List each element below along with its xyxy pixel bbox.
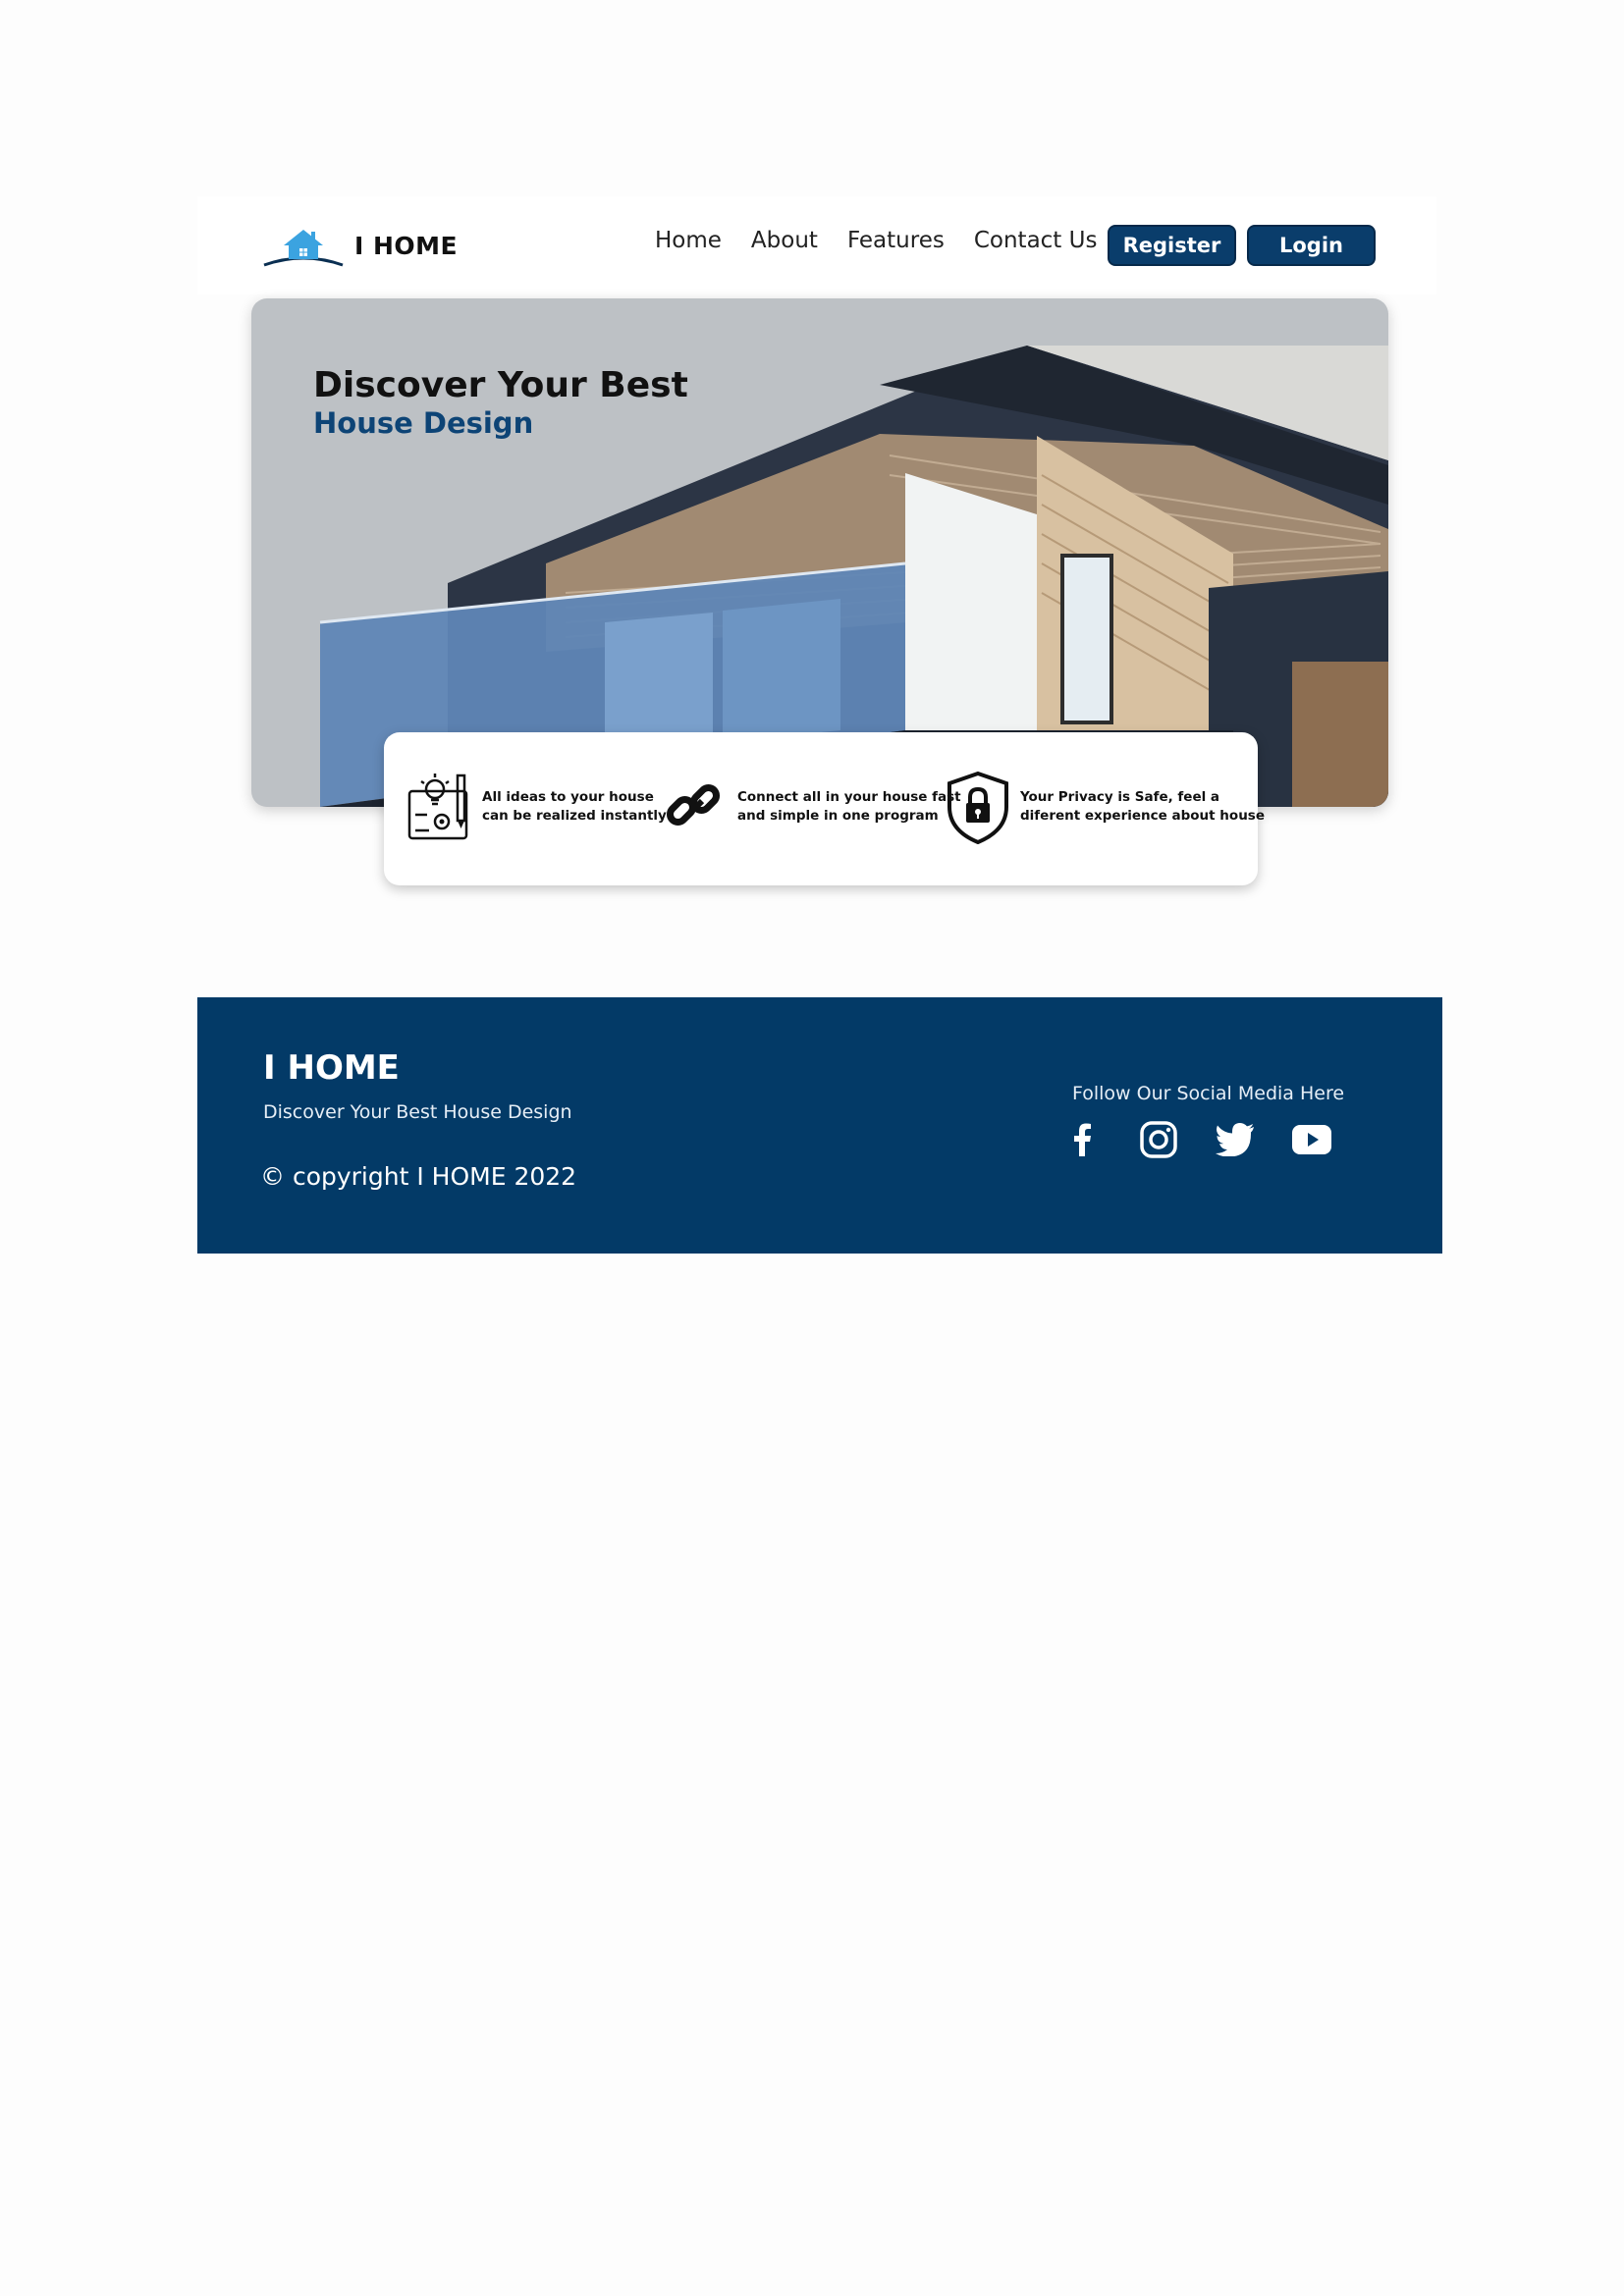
nav-contact-us[interactable]: Contact Us xyxy=(974,228,1098,253)
twitter-icon[interactable] xyxy=(1215,1119,1256,1160)
feature-line: diferent experience about house xyxy=(1020,808,1265,824)
footer: I HOME Discover Your Best House Design ©… xyxy=(197,997,1442,1254)
brand[interactable]: I HOME xyxy=(262,224,458,267)
register-button[interactable]: Register xyxy=(1108,225,1236,266)
feature-text: All ideas to your house can be realized … xyxy=(482,788,667,826)
feature-text: Connect all in your house fast and simpl… xyxy=(737,788,961,826)
brand-name: I HOME xyxy=(354,231,459,260)
feature-item: Connect all in your house fast and simpl… xyxy=(661,768,961,846)
nav-features[interactable]: Features xyxy=(847,228,945,253)
feature-line: All ideas to your house xyxy=(482,789,654,805)
shield-lock-icon xyxy=(947,771,1008,844)
feature-line: Your Privacy is Safe, feel a xyxy=(1020,789,1220,805)
features-card: All ideas to your house can be realized … xyxy=(384,732,1265,885)
hero-title: Discover Your Best xyxy=(313,365,688,405)
navbar: I HOME Home About Features Contact Us Re… xyxy=(197,196,1436,294)
footer-copyright: © copyright I HOME 2022 xyxy=(260,1162,577,1191)
feature-text: Your Privacy is Safe, feel a diferent ex… xyxy=(1020,788,1265,826)
feature-line: and simple in one program xyxy=(737,808,939,824)
link-icon xyxy=(666,783,721,827)
login-button[interactable]: Login xyxy=(1247,225,1376,266)
feature-line: can be realized instantly xyxy=(482,808,667,824)
hero-subtitle: House Design xyxy=(313,406,534,440)
footer-brand: I HOME xyxy=(263,1048,400,1088)
youtube-icon[interactable] xyxy=(1291,1119,1332,1160)
house-logo-icon xyxy=(262,224,345,267)
feature-item: Your Privacy is Safe, feel a diferent ex… xyxy=(944,768,1265,846)
nav-about[interactable]: About xyxy=(751,228,818,253)
facebook-icon[interactable] xyxy=(1061,1119,1103,1160)
footer-tagline: Discover Your Best House Design xyxy=(263,1101,572,1123)
blueprint-icon xyxy=(407,774,468,840)
social-icons xyxy=(1061,1119,1332,1160)
nav-links: Home About Features Contact Us xyxy=(655,228,1097,253)
feature-line: Connect all in your house fast xyxy=(737,789,961,805)
feature-item: All ideas to your house can be realized … xyxy=(406,768,667,846)
hero-banner: Discover Your Best House Design xyxy=(251,298,1388,807)
nav-home[interactable]: Home xyxy=(655,228,722,253)
instagram-icon[interactable] xyxy=(1138,1119,1179,1160)
social-title: Follow Our Social Media Here xyxy=(1072,1083,1345,1104)
